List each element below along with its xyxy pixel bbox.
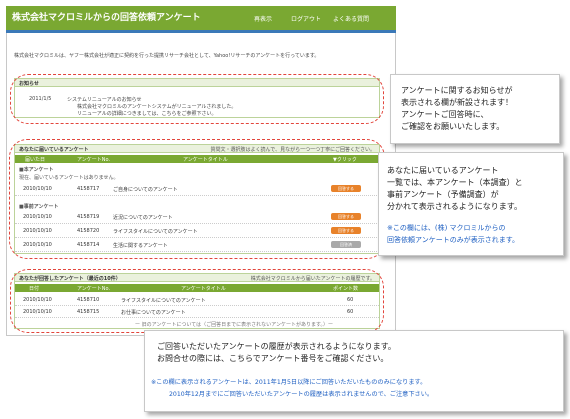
header-accent-strip (6, 30, 396, 33)
callout-notice: アンケートに関するお知らせが 表示される欄が新設されます！ アンケートご回答時に… (390, 74, 560, 144)
notice-highlight-oval (10, 74, 384, 124)
callout-history-note-2: 2010年12月までにご回答いただいたアンケートの履歴は表示されませんので、ご注… (169, 391, 434, 398)
nav-reload-link[interactable]: 再表示 (254, 14, 272, 23)
callout-notice-line-1: アンケートに関するお知らせが (401, 86, 513, 95)
callout-history-line-1: ご回答いただいたアンケートの履歴が表示されるようになります。 (157, 342, 396, 351)
callout-received-line-1: あなたに届いているアンケート (387, 166, 499, 175)
nav-faq-link[interactable]: よくある質問 (333, 14, 369, 23)
callout-history-line-2: お問合せの際には、こちらでアンケート番号をご確認ください。 (157, 354, 389, 363)
received-highlight-oval (9, 139, 385, 259)
callout-received-line-2: 一覧では、本アンケート（本調査）と (387, 178, 523, 187)
nav-logout-link[interactable]: ログアウト (291, 14, 321, 23)
callout-received: あなたに届いているアンケート 一覧では、本アンケート（本調査）と 事前アンケート… (378, 152, 564, 256)
page-title: 株式会社マクロミルからの回答依頼アンケート (12, 13, 201, 23)
history-highlight-oval (10, 269, 384, 333)
callout-history-note-1: ※この欄に表示されるアンケートは、2011年1月5日以降にご回答いただいたものの… (151, 379, 427, 386)
callout-received-note-1: ※この欄には、(株) マクロミルからの (387, 224, 506, 232)
callout-received-note-2: 回答依頼アンケートのみが表示されます。 (387, 236, 520, 244)
callout-notice-line-2: 表示される欄が新設されます！ (401, 98, 513, 107)
callout-notice-line-4: ご確認をお願いいたします。 (401, 122, 505, 131)
callout-received-line-4: 分かれて表示されるようになります。 (387, 202, 522, 211)
callout-notice-line-3: アンケートご回答時に、 (401, 110, 489, 119)
intro-text: 株式会社マクロミルは、ヤフー株式会社が適正に契約を行った提携リサーチ会社として、… (14, 53, 320, 59)
callout-received-line-3: 事前アンケート（予備調査）が (387, 190, 499, 199)
callout-history: ご回答いただいたアンケートの履歴が表示されるようになります。 お問合せの際には、… (144, 330, 564, 412)
